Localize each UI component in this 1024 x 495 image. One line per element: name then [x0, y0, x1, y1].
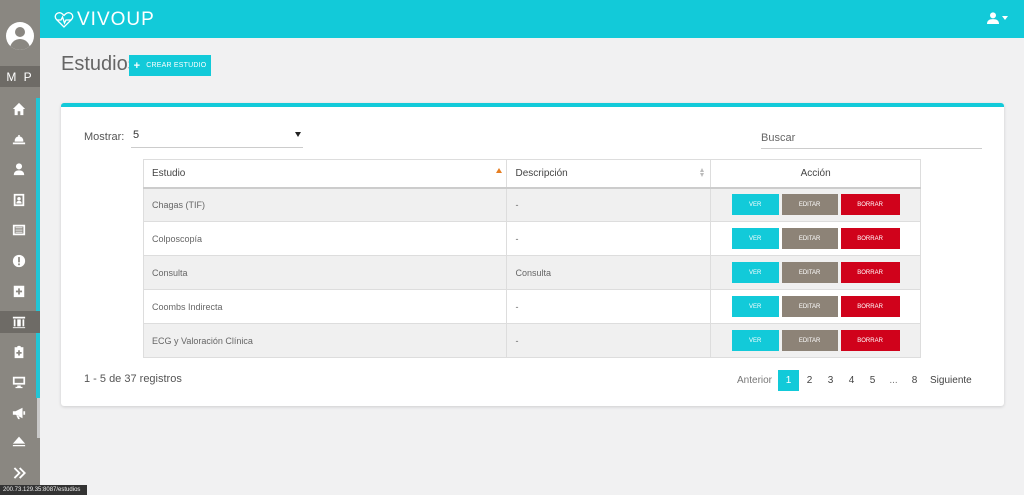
pagination-page-5[interactable]: 5: [862, 370, 883, 391]
edit-button[interactable]: EDITAR: [781, 330, 838, 351]
address-book-icon[interactable]: [9, 192, 29, 208]
table-header-row: Estudio Descripción Acción: [142, 159, 921, 189]
page-size-value: 5: [133, 129, 140, 141]
edit-button[interactable]: EDITAR: [781, 296, 838, 317]
heart-pulse-icon: [54, 12, 74, 28]
pagination-page-8[interactable]: 8: [904, 370, 925, 391]
sidebar-scrollbar[interactable]: [37, 398, 40, 438]
edit-button[interactable]: EDITAR: [781, 194, 838, 216]
clipboard-icon[interactable]: [9, 344, 29, 360]
plus-icon: +: [133, 59, 141, 72]
status-bar-url: 200.73.129.35:8087/estudios: [0, 485, 87, 495]
cell-description: -: [506, 187, 712, 222]
studies-table: Estudio Descripción Acción Chagas (TIF) …: [142, 159, 921, 358]
building-icon[interactable]: [9, 314, 29, 330]
table-row: ECG y Valoración Clínica - VER EDITAR BORR…: [142, 323, 921, 358]
cell-actions: VER EDITAR BORRAR: [710, 187, 921, 222]
sort-asc-icon: [496, 168, 503, 173]
cell-study: Consulta: [142, 255, 508, 290]
list-icon[interactable]: [9, 222, 29, 238]
show-label: Mostrar:: [84, 131, 125, 143]
header-study-label: Estudio: [152, 167, 186, 179]
monitor-icon[interactable]: [9, 374, 29, 390]
view-button[interactable]: VER: [731, 262, 779, 283]
alert-icon[interactable]: [9, 253, 29, 269]
user-icon: [987, 12, 999, 24]
user-initials: M P: [6, 70, 34, 84]
delete-button[interactable]: BORRAR: [840, 194, 900, 216]
view-button[interactable]: VER: [731, 228, 779, 249]
cell-study: Coombs Indirecta: [142, 289, 508, 324]
view-button[interactable]: VER: [731, 296, 779, 317]
cell-description: -: [506, 323, 712, 358]
cell-description: Consulta: [506, 255, 712, 290]
cell-study: Chagas (TIF): [142, 187, 508, 222]
sidebar: M P: [0, 0, 40, 495]
sort-icon: [700, 168, 705, 178]
bell-icon[interactable]: [9, 131, 29, 147]
cell-actions: VER EDITAR BORRAR: [710, 255, 921, 290]
pagination-page-1[interactable]: 1: [778, 370, 800, 391]
table-row: Chagas (TIF) - VER EDITAR BORRAR: [142, 187, 921, 222]
view-button[interactable]: VER: [731, 194, 779, 216]
logo-text: VIVOUP: [77, 9, 155, 30]
header-description-label: Descripción: [515, 167, 568, 179]
cell-actions: VER EDITAR BORRAR: [710, 289, 921, 324]
caret-down-icon: [295, 132, 301, 137]
table-row: Coombs Indirecta - VER EDITAR BORRAR: [142, 289, 921, 324]
search-input[interactable]: [761, 128, 982, 149]
medkit-icon[interactable]: [9, 283, 29, 299]
create-study-button[interactable]: + CREAR ESTUDIO: [129, 55, 211, 76]
logo[interactable]: VIVOUP: [54, 9, 155, 31]
home-icon[interactable]: [9, 101, 29, 117]
table-row: Colposcopía - VER EDITAR BORRAR: [142, 221, 921, 256]
pagination-page-4[interactable]: 4: [841, 370, 862, 391]
megaphone-icon[interactable]: [9, 405, 29, 421]
pagination-previous[interactable]: Anterior: [734, 370, 775, 391]
header-action-label: Acción: [800, 167, 831, 179]
eject-icon[interactable]: [9, 433, 29, 449]
pagination-next[interactable]: Siguiente: [927, 370, 975, 391]
avatar[interactable]: [6, 22, 34, 50]
pagination: Anterior 1 2 3 4 5 ... 8 Siguiente: [734, 370, 975, 391]
table-row: Consulta Consulta VER EDITAR BORRAR: [142, 255, 921, 290]
header-study[interactable]: Estudio: [142, 159, 508, 189]
cell-actions: VER EDITAR BORRAR: [710, 323, 921, 358]
view-button[interactable]: VER: [731, 330, 779, 351]
user-md-icon[interactable]: [9, 161, 29, 177]
cell-description: -: [506, 221, 712, 256]
pagination-page-3[interactable]: 3: [820, 370, 841, 391]
page-size-select[interactable]: 5: [131, 127, 303, 148]
header-action: Acción: [710, 159, 921, 189]
header-description[interactable]: Descripción: [506, 159, 712, 189]
page-title: Estudios: [61, 53, 138, 75]
cell-study: Colposcopía: [142, 221, 508, 256]
top-bar: VIVOUP: [40, 0, 1024, 38]
cell-actions: VER EDITAR BORRAR: [710, 221, 921, 256]
cell-study: ECG y Valoración Clínica: [142, 323, 508, 358]
pagination-page-2[interactable]: 2: [799, 370, 820, 391]
cell-description: -: [506, 289, 712, 324]
delete-button[interactable]: BORRAR: [840, 330, 900, 351]
delete-button[interactable]: BORRAR: [840, 296, 900, 317]
pagination-ellipsis: ...: [889, 375, 898, 386]
delete-button[interactable]: BORRAR: [840, 262, 900, 283]
edit-button[interactable]: EDITAR: [781, 228, 838, 249]
edit-button[interactable]: EDITAR: [781, 262, 838, 283]
caret-down-icon: [1002, 16, 1008, 20]
delete-button[interactable]: BORRAR: [840, 228, 900, 249]
user-menu[interactable]: [987, 12, 1008, 24]
expand-icon[interactable]: [9, 465, 29, 481]
create-study-label: CREAR ESTUDIO: [146, 62, 207, 69]
sidebar-accent-bar: [36, 98, 40, 398]
records-info: 1 - 5 de 37 registros: [84, 373, 182, 385]
